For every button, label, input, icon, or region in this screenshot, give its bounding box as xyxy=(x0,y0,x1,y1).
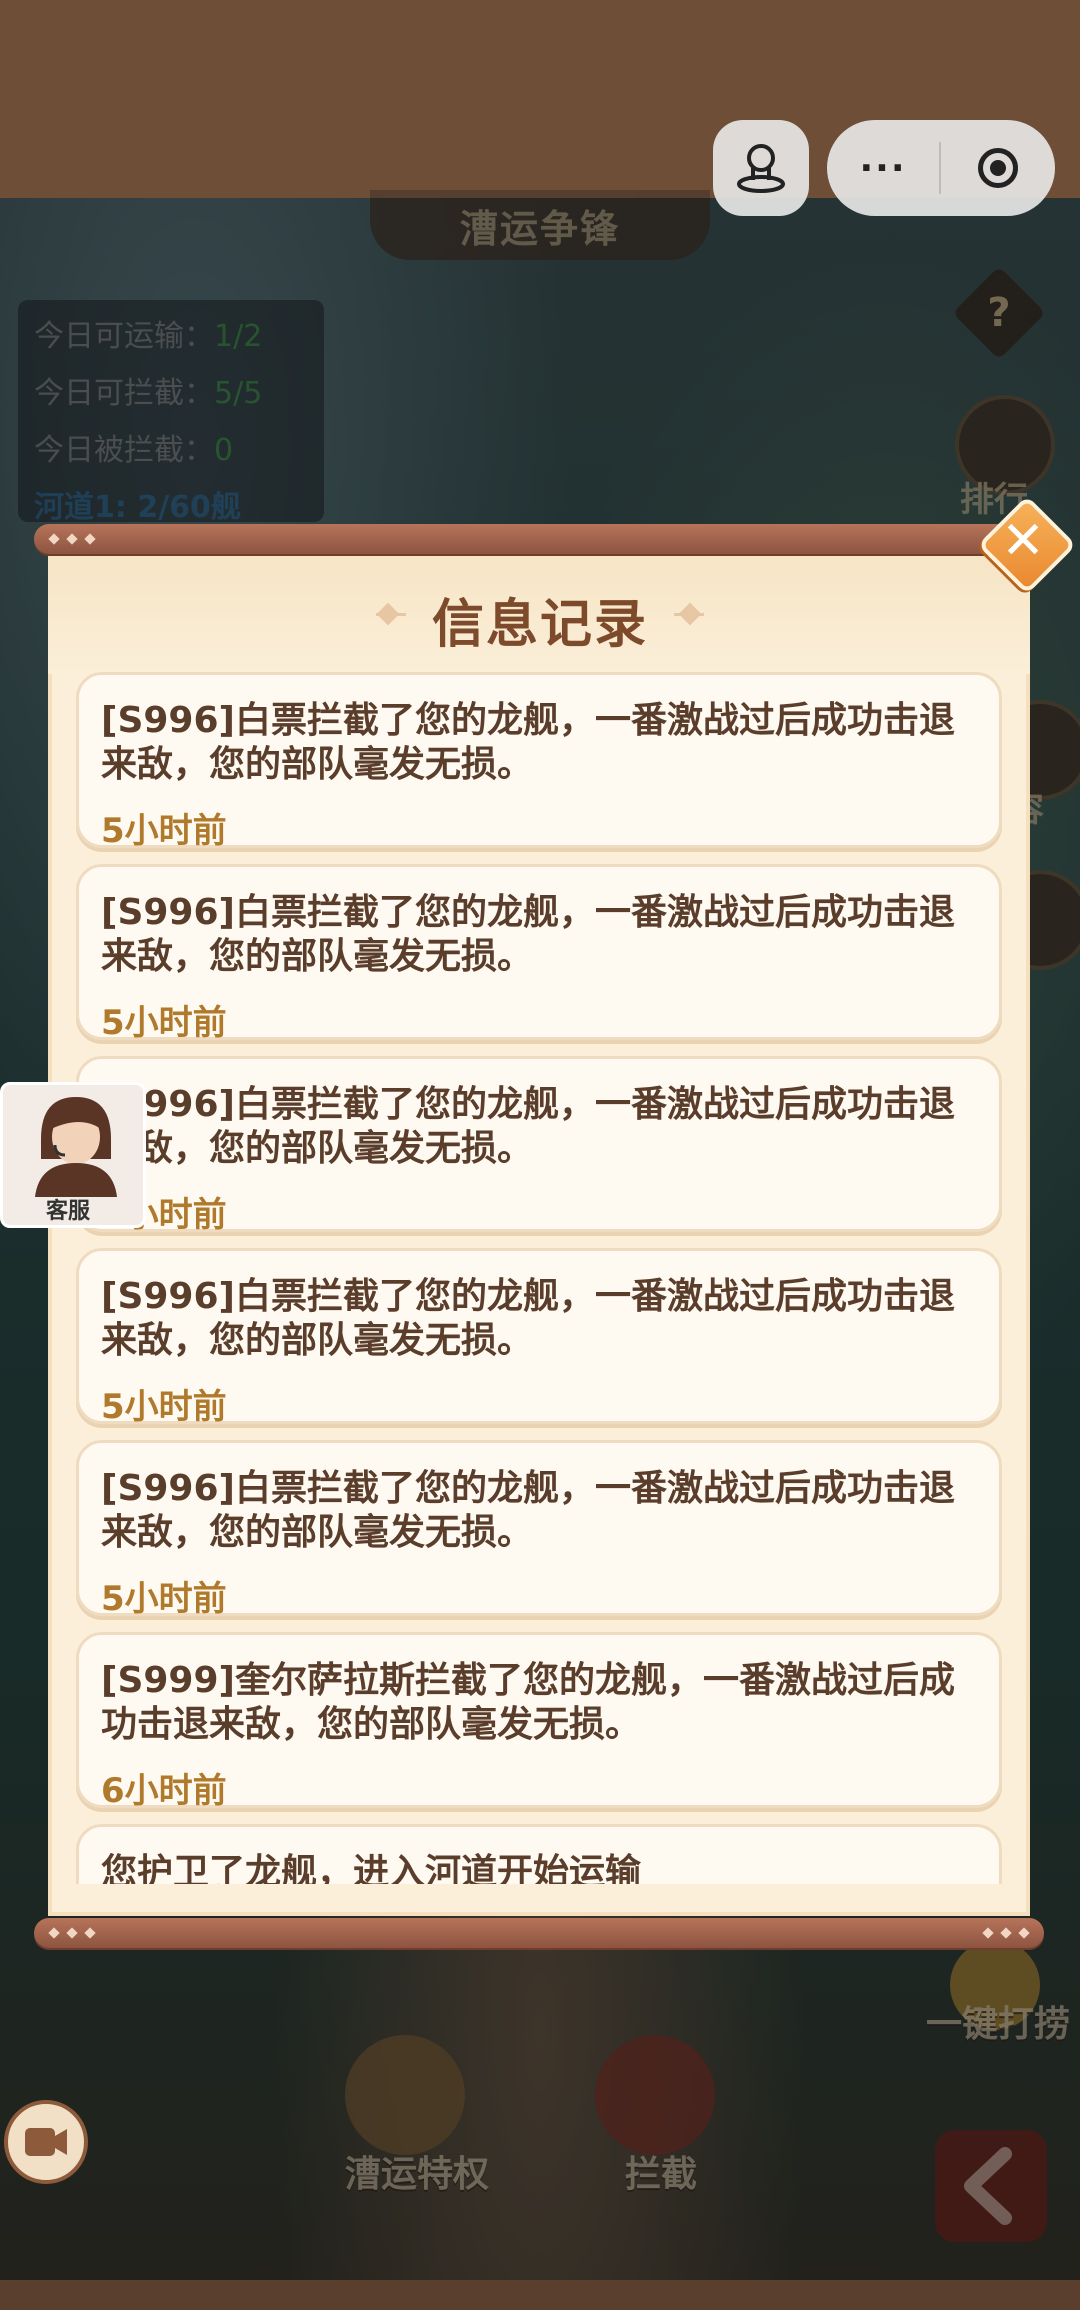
customer-service-label: 客服 xyxy=(45,1199,90,1224)
agent-avatar-icon xyxy=(35,1097,117,1197)
record-text: [S996]白票拦截了您的龙舰，一番激战过后成功击退来敌，您的部队毫发无损。 xyxy=(101,1276,955,1361)
record-item: [S996]白票拦截了您的龙舰，一番激战过后成功击退来敌，您的部队毫发无损。 5… xyxy=(76,1056,1002,1235)
modal-title: 信息记录 xyxy=(431,595,648,655)
pin-icon xyxy=(737,144,785,193)
record-text: [S996]白票拦截了您的龙舰，一番激战过后成功击退来敌，您的部队毫发无损。 xyxy=(101,1084,955,1169)
target-icon xyxy=(978,148,1018,188)
record-time: 5小时前 xyxy=(101,1003,227,1043)
modal-close-button[interactable]: ✕ xyxy=(977,495,1077,595)
modal-bottom-rail xyxy=(34,1918,1044,1948)
record-time: 5小时前 xyxy=(101,811,227,851)
close-miniprogram-button[interactable] xyxy=(941,148,1055,188)
record-item: [S996]白票拦截了您的龙舰，一番激战过后成功击退来敌，您的部队毫发无损。 5… xyxy=(76,1248,1002,1427)
record-item: [S999]奎尔萨拉斯拦截了您的龙舰，一番激战过后成功击退来敌，您的部队毫发无损… xyxy=(76,1632,1002,1811)
customer-service-button[interactable]: 客服 xyxy=(0,1082,146,1228)
video-record-button[interactable] xyxy=(4,2100,88,2184)
record-text: [S996]白票拦截了您的龙舰，一番激战过后成功击退来敌，您的部队毫发无损。 xyxy=(101,1468,955,1553)
record-text: 您护卫了龙舰，进入河道开始运输 xyxy=(101,1852,642,1884)
record-item: 您护卫了龙舰，进入河道开始运输 xyxy=(76,1824,1002,1884)
bottom-strip xyxy=(0,2280,1080,2310)
more-button[interactable]: ··· xyxy=(827,148,939,189)
mini-program-capsule: ··· xyxy=(827,120,1055,216)
record-text: [S996]白票拦截了您的龙舰，一番激战过后成功击退来敌，您的部队毫发无损。 xyxy=(101,700,955,785)
record-text: [S999]奎尔萨拉斯拦截了您的龙舰，一番激战过后成功击退来敌，您的部队毫发无损… xyxy=(101,1660,955,1745)
record-list[interactable]: [S996]白票拦截了您的龙舰，一番激战过后成功击退来敌，您的部队毫发无损。 5… xyxy=(72,668,1008,1884)
record-item: [S996]白票拦截了您的龙舰，一番激战过后成功击退来敌，您的部队毫发无损。 5… xyxy=(76,864,1002,1043)
record-item: [S996]白票拦截了您的龙舰，一番激战过后成功击退来敌，您的部队毫发无损。 5… xyxy=(76,672,1002,851)
record-time: 6小时前 xyxy=(101,1771,227,1811)
record-item: [S996]白票拦截了您的龙舰，一番激战过后成功击退来敌，您的部队毫发无损。 5… xyxy=(76,1440,1002,1619)
record-time: 5小时前 xyxy=(101,1579,227,1619)
record-time: 5小时前 xyxy=(101,1387,227,1427)
video-camera-icon xyxy=(25,2128,67,2156)
record-text: [S996]白票拦截了您的龙舰，一番激战过后成功击退来敌，您的部队毫发无损。 xyxy=(101,892,955,977)
modal-top-rail xyxy=(34,524,1044,554)
location-pin-button[interactable] xyxy=(713,120,809,216)
close-icon: ✕ xyxy=(1001,511,1045,571)
